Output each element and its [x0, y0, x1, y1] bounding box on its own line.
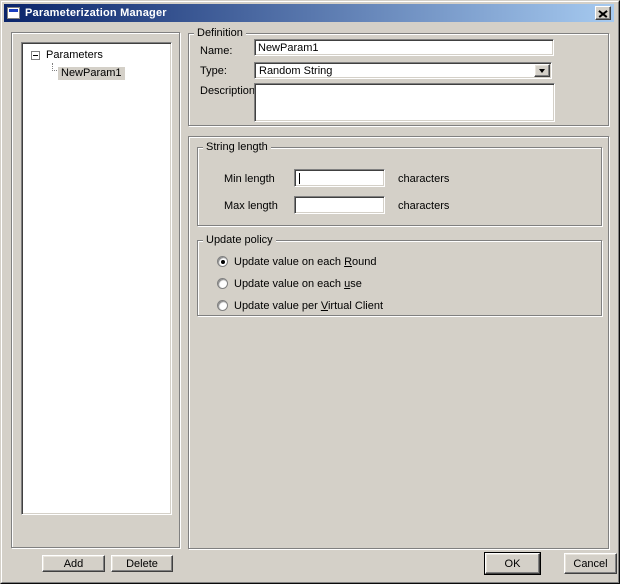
add-button[interactable]: Add [42, 555, 105, 572]
name-input[interactable] [254, 39, 554, 56]
ok-button-default-border: OK [484, 552, 541, 575]
radio-button-icon [217, 256, 228, 267]
radio-update-each-round[interactable]: Update value on each Round [217, 255, 377, 268]
min-length-input[interactable] [294, 169, 385, 187]
close-icon [599, 10, 607, 17]
window-title: Parameterization Manager [25, 7, 167, 19]
min-characters-label: characters [398, 173, 450, 185]
chevron-down-icon [539, 69, 545, 73]
parameter-tree[interactable]: Parameters NewParam1 [21, 42, 172, 515]
radio-button-icon [217, 278, 228, 289]
radio-button-icon [217, 300, 228, 311]
type-dropdown[interactable]: Random String [254, 62, 552, 79]
string-length-group: String length Min length characters Max … [197, 141, 602, 226]
settings-panel: String length Min length characters Max … [188, 136, 609, 549]
string-length-group-label: String length [203, 141, 271, 153]
dropdown-arrow-button[interactable] [534, 64, 550, 77]
name-label: Name: [200, 45, 233, 57]
max-length-input[interactable] [294, 196, 385, 214]
update-policy-group: Update policy Update value on each Round… [197, 234, 602, 316]
text-caret [299, 173, 300, 184]
type-label: Type: [200, 65, 227, 77]
minus-icon[interactable] [31, 51, 40, 60]
max-characters-label: characters [398, 200, 450, 212]
ok-button[interactable]: OK [485, 553, 540, 574]
tree-connector [52, 63, 57, 71]
description-label: Description [200, 85, 256, 97]
definition-group: Definition Name: Type: Random String Des… [188, 27, 609, 126]
min-length-label: Min length [224, 173, 275, 185]
title-bar[interactable]: Parameterization Manager [4, 4, 614, 22]
description-input[interactable] [254, 83, 555, 122]
tree-root-parameters[interactable]: Parameters [46, 49, 103, 62]
update-policy-group-label: Update policy [203, 234, 276, 246]
window-icon [7, 7, 20, 19]
radio-update-per-virtual-client[interactable]: Update value per Virtual Client [217, 299, 383, 312]
close-button[interactable] [595, 6, 611, 20]
type-selected-value: Random String [259, 65, 333, 77]
tree-item-newparam1[interactable]: NewParam1 [58, 67, 125, 80]
radio-update-each-use[interactable]: Update value on each use [217, 277, 362, 290]
parameter-tree-panel: Parameters NewParam1 Add Delete [11, 32, 180, 572]
cancel-button[interactable]: Cancel [564, 553, 617, 574]
max-length-label: Max length [224, 200, 278, 212]
dialog-window: Parameterization Manager Parameters NewP… [0, 0, 620, 584]
definition-group-label: Definition [194, 27, 246, 39]
delete-button[interactable]: Delete [111, 555, 173, 572]
